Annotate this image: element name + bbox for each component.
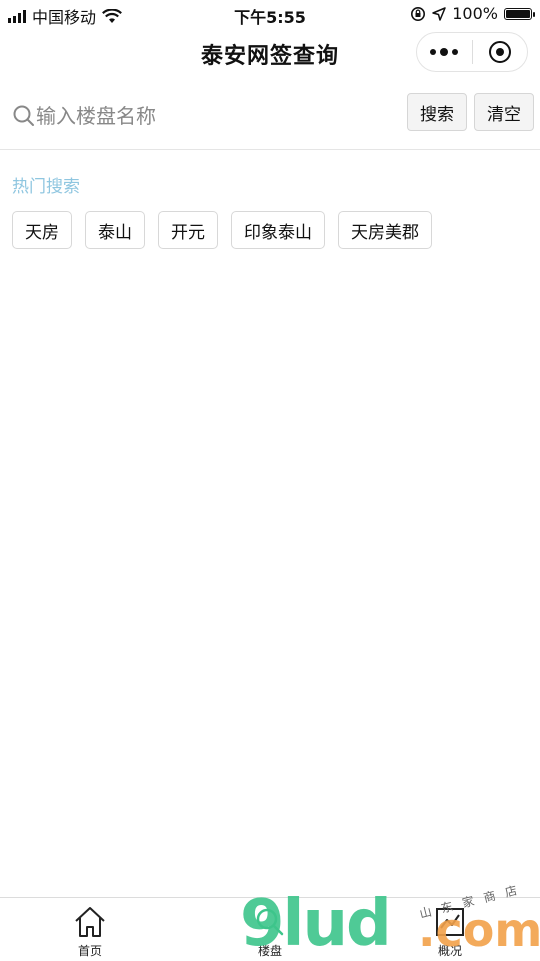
battery-icon xyxy=(504,7,535,20)
status-bar: 中国移动 下午5:55 100% xyxy=(0,0,540,28)
target-icon xyxy=(488,41,511,63)
hot-search-title: 热门搜索 xyxy=(12,177,80,197)
search-button[interactable]: 搜索 xyxy=(407,93,467,131)
home-icon xyxy=(75,907,105,937)
hot-tag[interactable]: 开元 xyxy=(158,211,218,249)
hot-tag[interactable]: 天房 xyxy=(12,211,72,249)
hot-tag[interactable]: 印象泰山 xyxy=(231,211,325,249)
hot-tag[interactable]: 泰山 xyxy=(85,211,145,249)
rotation-lock-icon xyxy=(411,6,426,21)
more-dots-icon xyxy=(430,48,459,56)
location-icon xyxy=(432,6,446,21)
tab-buildings[interactable]: 楼盘 xyxy=(180,898,360,960)
tab-bar: 首页 楼盘 概况 xyxy=(0,897,540,960)
nav-bar: 泰安网签查询 xyxy=(0,28,540,78)
hot-search-tags: 天房 泰山 开元 印象泰山 天房美郡 xyxy=(12,211,432,249)
search-bar: 搜索 清空 xyxy=(0,88,540,150)
status-right: 100% xyxy=(410,4,535,23)
search-input[interactable] xyxy=(36,96,396,136)
tab-home[interactable]: 首页 xyxy=(0,898,180,960)
search-icon xyxy=(13,105,34,126)
close-miniprogram-button[interactable] xyxy=(473,33,528,71)
hot-tag[interactable]: 天房美郡 xyxy=(338,211,432,249)
tab-label: 概况 xyxy=(437,944,462,958)
battery-fill xyxy=(506,9,530,18)
tab-label: 楼盘 xyxy=(257,944,282,958)
clear-button[interactable]: 清空 xyxy=(474,93,534,131)
tab-label: 首页 xyxy=(77,944,102,958)
mini-program-capsule xyxy=(416,32,528,72)
battery-percent: 100% xyxy=(452,4,498,23)
tab-overview[interactable]: 概况 xyxy=(360,898,540,960)
more-button[interactable] xyxy=(417,33,472,71)
search-icon xyxy=(256,908,284,936)
chart-icon xyxy=(436,908,464,936)
